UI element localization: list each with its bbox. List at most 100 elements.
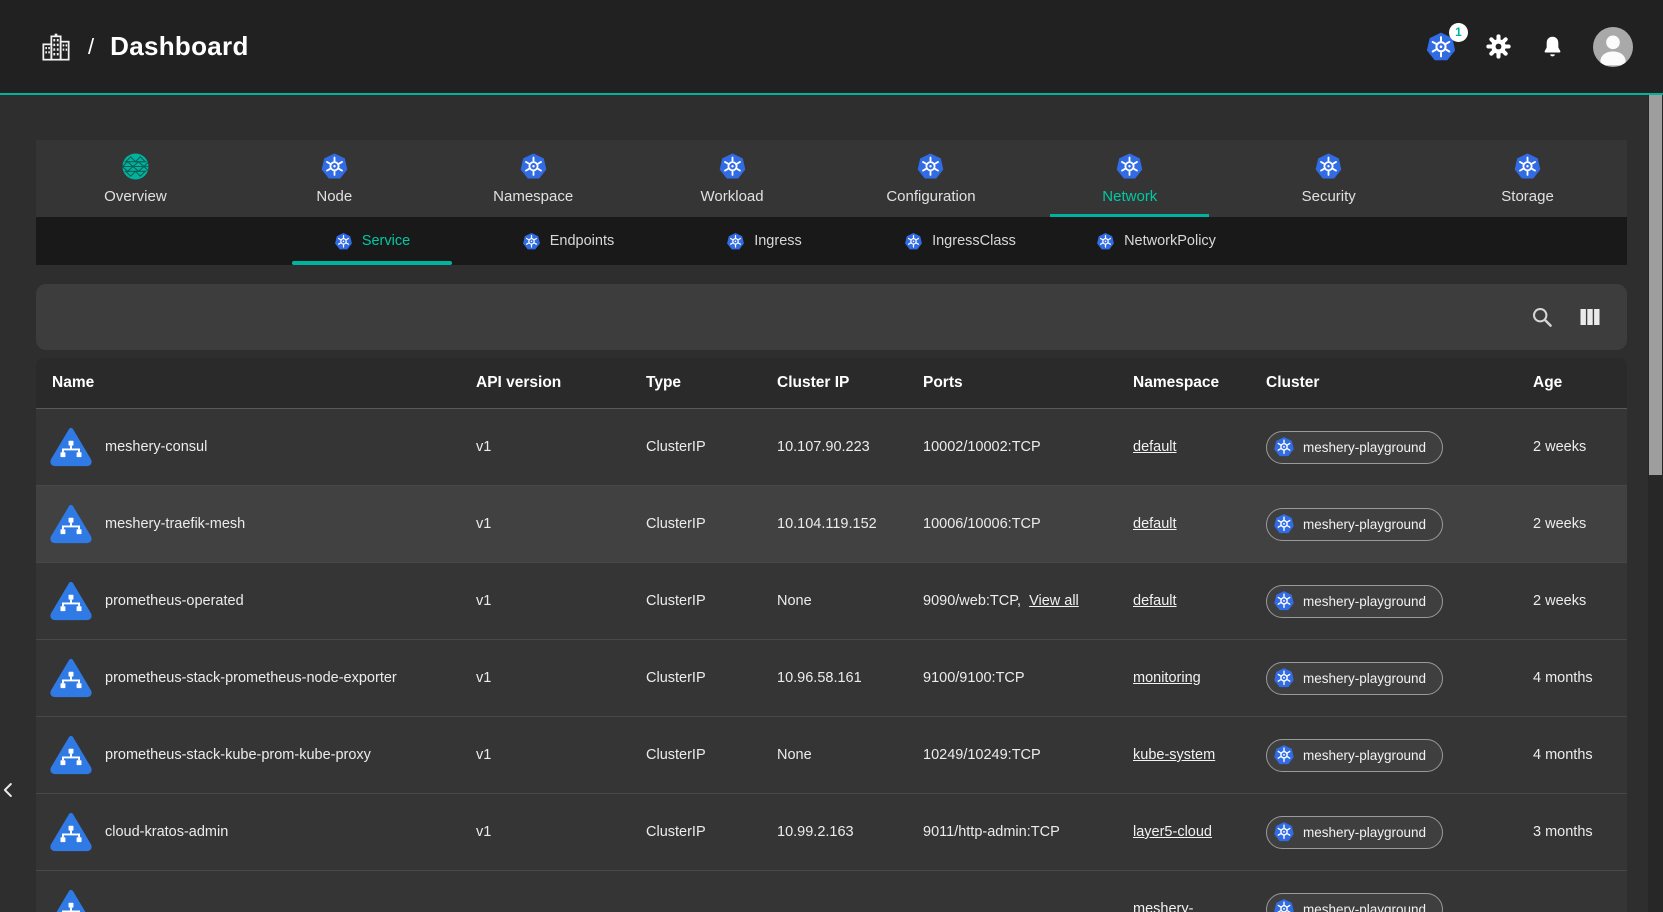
- category-tab-workload[interactable]: Workload: [633, 140, 832, 217]
- column-header-age[interactable]: Age: [1533, 374, 1627, 392]
- table-body: meshery-consul v1 ClusterIP 10.107.90.22…: [36, 409, 1627, 912]
- collapse-drawer-button[interactable]: [0, 766, 22, 814]
- cluster-chip[interactable]: meshery-playground: [1266, 585, 1443, 618]
- resource-category-tabs: Overview Node Namespace Workload Configu…: [36, 140, 1627, 217]
- chevron-left-icon: [0, 777, 18, 803]
- cluster-chip[interactable]: meshery-playground: [1266, 431, 1443, 464]
- page-scrollbar[interactable]: [1648, 95, 1663, 912]
- namespace-link[interactable]: default: [1133, 516, 1177, 532]
- age-value: 3 months: [1533, 824, 1627, 840]
- column-header-api-version[interactable]: API version: [476, 374, 646, 392]
- cluster-name: meshery-playground: [1303, 517, 1426, 532]
- category-tab-security[interactable]: Security: [1229, 140, 1428, 217]
- cluster-name: meshery-playground: [1303, 440, 1426, 455]
- cluster-name: meshery-playground: [1303, 748, 1426, 763]
- cluster-chip[interactable]: meshery-playground: [1266, 662, 1443, 695]
- user-avatar[interactable]: [1593, 27, 1633, 67]
- kubernetes-icon: [1273, 590, 1295, 612]
- cluster-ip-value: None: [777, 747, 923, 763]
- resource-subtab-endpoints[interactable]: Endpoints: [470, 217, 666, 265]
- notifications-button[interactable]: [1540, 34, 1565, 59]
- cluster-name: meshery-playground: [1303, 671, 1426, 686]
- table-row[interactable]: prometheus-stack-prometheus-node-exporte…: [36, 640, 1627, 717]
- tab-label: NetworkPolicy: [1124, 233, 1216, 249]
- ports-value: 9090/web:TCP,: [923, 593, 1021, 609]
- category-tab-storage[interactable]: Storage: [1428, 140, 1627, 217]
- table-row[interactable]: meshery-consul v1 ClusterIP 10.107.90.22…: [36, 409, 1627, 486]
- kubernetes-icon: [1273, 821, 1295, 843]
- table-row[interactable]: meshery-traefik-mesh v1 ClusterIP 10.104…: [36, 486, 1627, 563]
- ports-value: 10249/10249:TCP: [923, 747, 1041, 763]
- view-all-ports-link[interactable]: View all: [1029, 593, 1079, 609]
- type-value: ClusterIP: [646, 670, 777, 686]
- age-value: 2 weeks: [1533, 439, 1627, 455]
- cluster-name: meshery-playground: [1303, 594, 1426, 609]
- namespace-link[interactable]: monitoring: [1133, 670, 1201, 686]
- kubernetes-icon: [1273, 667, 1295, 689]
- type-value: ClusterIP: [646, 824, 777, 840]
- search-button[interactable]: [1529, 304, 1555, 330]
- service-name: meshery-traefik-mesh: [105, 516, 245, 532]
- category-tab-configuration[interactable]: Configuration: [832, 140, 1031, 217]
- resource-subtab-ingress[interactable]: Ingress: [666, 217, 862, 265]
- column-header-type[interactable]: Type: [646, 374, 777, 392]
- table-row[interactable]: cloud-kratos-admin v1 ClusterIP 10.99.2.…: [36, 794, 1627, 871]
- view-columns-button[interactable]: [1577, 304, 1603, 330]
- kubernetes-icon: [1273, 898, 1295, 912]
- api-version-value: v1: [476, 747, 646, 763]
- namespace-link[interactable]: default: [1133, 593, 1177, 609]
- table-row[interactable]: prometheus-operated v1 ClusterIP None 90…: [36, 563, 1627, 640]
- cluster-chip[interactable]: meshery-playground: [1266, 893, 1443, 912]
- cluster-ip-value: 10.104.119.152: [777, 516, 923, 532]
- category-tab-overview[interactable]: Overview: [36, 140, 235, 217]
- kubernetes-icon: [904, 232, 923, 251]
- scrollbar-thumb[interactable]: [1649, 95, 1662, 475]
- column-header-namespace[interactable]: Namespace: [1133, 374, 1266, 392]
- namespace-link[interactable]: meshery-: [1133, 901, 1193, 912]
- kubernetes-icon: [519, 152, 548, 181]
- namespace-link[interactable]: kube-system: [1133, 747, 1215, 763]
- header-accent-divider: [0, 93, 1663, 95]
- resource-subtab-ingressclass[interactable]: IngressClass: [862, 217, 1058, 265]
- category-tab-namespace[interactable]: Namespace: [434, 140, 633, 217]
- organization-icon[interactable]: [40, 31, 72, 63]
- api-version-value: v1: [476, 670, 646, 686]
- service-icon: [50, 503, 92, 545]
- kubernetes-icon: [1273, 513, 1295, 535]
- resource-subtab-networkpolicy[interactable]: NetworkPolicy: [1058, 217, 1254, 265]
- age-value: 4 months: [1533, 670, 1627, 686]
- settings-button[interactable]: [1485, 33, 1512, 60]
- table-toolbar: [36, 284, 1627, 350]
- table-row[interactable]: meshery- meshery-playground: [36, 871, 1627, 912]
- table-row[interactable]: prometheus-stack-kube-prom-kube-proxy v1…: [36, 717, 1627, 794]
- tab-label: Overview: [104, 188, 167, 205]
- services-table: NameAPI versionTypeCluster IPPortsNamesp…: [36, 358, 1627, 912]
- tab-label: Workload: [701, 188, 764, 205]
- service-name: cloud-kratos-admin: [105, 824, 228, 840]
- namespace-link[interactable]: default: [1133, 439, 1177, 455]
- resource-subtab-service[interactable]: Service: [274, 217, 470, 265]
- header-actions: 1: [1425, 27, 1633, 67]
- tab-label: Ingress: [754, 233, 802, 249]
- cluster-chip[interactable]: meshery-playground: [1266, 816, 1443, 849]
- column-header-name[interactable]: Name: [36, 374, 476, 392]
- namespace-link[interactable]: layer5-cloud: [1133, 824, 1212, 840]
- kubernetes-icon: [1096, 232, 1115, 251]
- kubernetes-context-button[interactable]: 1: [1425, 31, 1457, 63]
- category-tab-node[interactable]: Node: [235, 140, 434, 217]
- category-tab-network[interactable]: Network: [1030, 140, 1229, 217]
- tab-label: Configuration: [886, 188, 975, 205]
- ports-value: 9100/9100:TCP: [923, 670, 1025, 686]
- type-value: ClusterIP: [646, 439, 777, 455]
- ports-value: 10002/10002:TCP: [923, 439, 1041, 455]
- cluster-ip-value: 10.107.90.223: [777, 439, 923, 455]
- column-header-cluster-ip[interactable]: Cluster IP: [777, 374, 923, 392]
- cluster-chip[interactable]: meshery-playground: [1266, 508, 1443, 541]
- column-header-ports[interactable]: Ports: [923, 374, 1133, 392]
- tab-label: Node: [316, 188, 352, 205]
- kubernetes-icon: [718, 152, 747, 181]
- service-icon: [50, 888, 92, 912]
- cluster-chip[interactable]: meshery-playground: [1266, 739, 1443, 772]
- breadcrumb: / Dashboard: [40, 31, 249, 63]
- column-header-cluster[interactable]: Cluster: [1266, 374, 1533, 392]
